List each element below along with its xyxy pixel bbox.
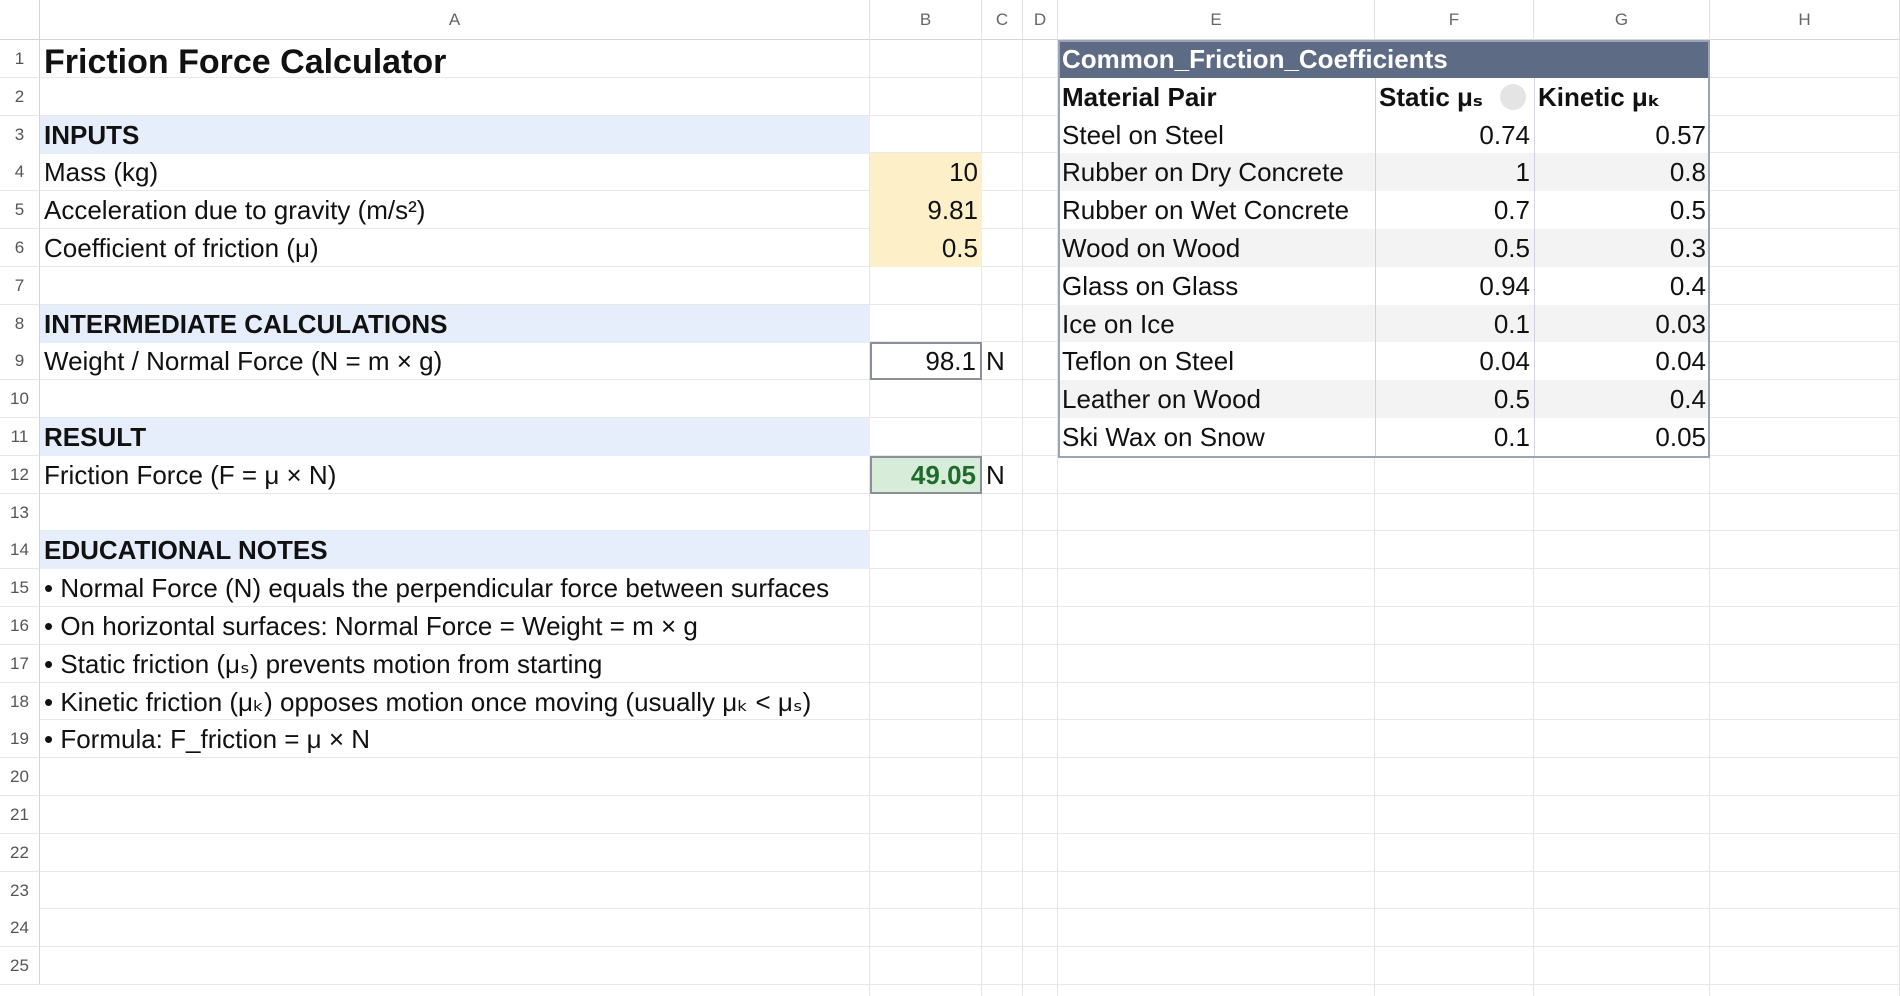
inputs-section-header[interactable]: INPUTS [40,116,870,154]
normal-force-value-cell[interactable]: 98.1 [870,342,982,380]
row-header-16[interactable]: 16 [0,607,40,645]
row-header-5[interactable]: 5 [0,191,40,229]
static-coefficient-cell[interactable]: 0.5 [1375,380,1534,418]
mass-input-cell[interactable]: 10 [870,153,982,191]
material-pair-cell[interactable]: Rubber on Dry Concrete [1058,153,1375,191]
row-header-3[interactable]: 3 [0,116,40,154]
static-coefficient-cell[interactable]: 0.94 [1375,267,1534,305]
column-header-c[interactable]: C [982,0,1023,40]
material-pair-cell[interactable]: Teflon on Steel [1058,342,1375,380]
material-pair-cell[interactable]: Ski Wax on Snow [1058,418,1375,456]
row-gridline [40,984,1900,985]
column-header-g[interactable]: G [1534,0,1710,40]
row-gridline [40,908,1900,909]
kinetic-coefficient-cell[interactable]: 0.8 [1534,153,1710,191]
row-header-1[interactable]: 1 [0,40,40,78]
row-gridline [40,795,1900,796]
kinetic-coefficient-cell[interactable]: 0.4 [1534,267,1710,305]
kinetic-coefficient-cell[interactable]: 0.05 [1534,418,1710,456]
row-header-11[interactable]: 11 [0,418,40,456]
reference-column-header[interactable]: Material Pair [1058,78,1375,116]
material-pair-cell[interactable]: Rubber on Wet Concrete [1058,191,1375,229]
filter-indicator-icon[interactable] [1500,84,1526,110]
static-coefficient-cell[interactable]: 1 [1375,153,1534,191]
row-header-13[interactable]: 13 [0,494,40,532]
educational-note[interactable]: • On horizontal surfaces: Normal Force =… [40,607,870,645]
row-gridline [40,871,1900,872]
row-header-2[interactable]: 2 [0,78,40,116]
static-coefficient-cell[interactable]: 0.7 [1375,191,1534,229]
row-header-21[interactable]: 21 [0,796,40,834]
notes-section-header[interactable]: EDUCATIONAL NOTES [40,531,870,569]
educational-note[interactable]: • Static friction (μₛ) prevents motion f… [40,645,870,683]
row-header-22[interactable]: 22 [0,834,40,872]
column-header-e[interactable]: E [1058,0,1375,40]
result-section-header[interactable]: RESULT [40,418,870,456]
educational-note[interactable]: • Kinetic friction (μₖ) opposes motion o… [40,683,870,721]
column-header-a[interactable]: A [40,0,870,40]
row-header-7[interactable]: 7 [0,267,40,305]
friction-force-label[interactable]: Friction Force (F = μ × N) [40,456,870,494]
row-header-23[interactable]: 23 [0,872,40,910]
row-header-9[interactable]: 9 [0,342,40,380]
educational-note[interactable]: • Normal Force (N) equals the perpendicu… [40,569,870,607]
gravity-input-cell[interactable]: 9.81 [870,191,982,229]
spreadsheet-grid: A B C D E F G H 1 2 3 4 5 6 7 8 9 10 11 12 13 14 15 16 17 18 19 20 2… [0,0,1900,996]
coefficient-input-cell[interactable]: 0.5 [870,229,982,267]
row-header-12[interactable]: 12 [0,456,40,494]
normal-force-label[interactable]: Weight / Normal Force (N = m × g) [40,342,870,380]
static-coefficient-cell[interactable]: 0.74 [1375,116,1534,154]
material-pair-cell[interactable]: Wood on Wood [1058,229,1375,267]
kinetic-coefficient-cell[interactable]: 0.03 [1534,305,1710,343]
select-all-corner[interactable] [0,0,40,40]
material-pair-cell[interactable]: Ice on Ice [1058,305,1375,343]
row-header-19[interactable]: 19 [0,720,40,758]
material-pair-cell[interactable]: Steel on Steel [1058,116,1375,154]
row-header-25[interactable]: 25 [0,947,40,985]
material-pair-cell[interactable]: Leather on Wood [1058,380,1375,418]
static-coefficient-cell[interactable]: 0.5 [1375,229,1534,267]
row-header-8[interactable]: 8 [0,305,40,343]
mass-label[interactable]: Mass (kg) [40,153,870,191]
friction-force-result-cell[interactable]: 49.05 [870,456,982,494]
friction-force-unit[interactable]: N [982,456,1023,494]
kinetic-coefficient-cell[interactable]: 0.57 [1534,116,1710,154]
row-gridline [40,833,1900,834]
static-coefficient-cell[interactable]: 0.1 [1375,418,1534,456]
reference-table-title[interactable]: Common_Friction_Coefficients [1058,40,1710,78]
reference-column-separator [1534,78,1535,456]
intermediate-section-header[interactable]: INTERMEDIATE CALCULATIONS [40,305,870,343]
gravity-label[interactable]: Acceleration due to gravity (m/s²) [40,191,870,229]
row-header-17[interactable]: 17 [0,645,40,683]
coefficient-label[interactable]: Coefficient of friction (μ) [40,229,870,267]
column-header-h[interactable]: H [1710,0,1900,40]
material-pair-cell[interactable]: Glass on Glass [1058,267,1375,305]
reference-column-separator [1375,78,1376,456]
static-coefficient-cell[interactable]: 0.04 [1375,342,1534,380]
row-header-15[interactable]: 15 [0,569,40,607]
educational-note[interactable]: • Formula: F_friction = μ × N [40,720,870,758]
kinetic-coefficient-cell[interactable]: 0.5 [1534,191,1710,229]
row-header-14[interactable]: 14 [0,531,40,569]
column-gridline [1022,40,1023,996]
column-header-f[interactable]: F [1375,0,1534,40]
normal-force-unit[interactable]: N [982,342,1023,380]
sheet-title[interactable]: Friction Force Calculator [40,40,870,84]
column-header-b[interactable]: B [870,0,982,40]
row-header-20[interactable]: 20 [0,758,40,796]
row-header-18[interactable]: 18 [0,683,40,721]
reference-column-header[interactable]: Kinetic μₖ [1534,78,1710,116]
row-header-4[interactable]: 4 [0,153,40,191]
row-gridline [40,946,1900,947]
kinetic-coefficient-cell[interactable]: 0.4 [1534,380,1710,418]
kinetic-coefficient-cell[interactable]: 0.04 [1534,342,1710,380]
static-coefficient-cell[interactable]: 0.1 [1375,305,1534,343]
kinetic-coefficient-cell[interactable]: 0.3 [1534,229,1710,267]
column-header-d[interactable]: D [1023,0,1058,40]
row-header-6[interactable]: 6 [0,229,40,267]
row-header-24[interactable]: 24 [0,909,40,947]
row-header-10[interactable]: 10 [0,380,40,418]
